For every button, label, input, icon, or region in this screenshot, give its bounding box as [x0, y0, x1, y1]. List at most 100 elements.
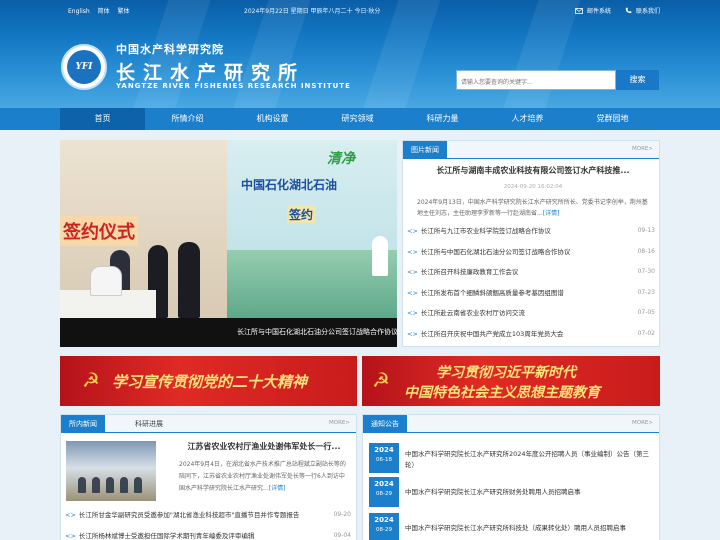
institute-news-panel: 所内新闻 科研进展 MORE> 江苏省农业农村厅渔业处谢伟军处长一行... 20… — [60, 414, 357, 540]
item-title: 长江所赴云南省农业农村厅访问交流 — [420, 309, 525, 317]
parent-institution-name: 中国水产科学研究院 — [116, 43, 224, 56]
list-item[interactable]: <> 长江所与九江市农业科学院签订战略合作协议 09-13 — [407, 221, 655, 242]
current-date: 2024年9月22日 星期日 甲辰年八月二十 今日·秋分 — [244, 8, 381, 15]
item-date: 08-16 — [637, 247, 655, 255]
panel-header: 通知公告 MORE> — [363, 415, 659, 433]
notice-month-day: 08-29 — [376, 491, 392, 497]
notice-item[interactable]: 2024 08-29 中国水产科学研究院长江水产研究所财务处聘用人员招聘启事 — [369, 477, 653, 507]
notice-date: 2024 08-29 — [369, 477, 399, 507]
nav-item-home[interactable]: 首页 — [60, 108, 145, 130]
summary-text: 2024年9月13日，中国水产科学研究院长江水产研究所所长、党委书记李创举，荆州… — [417, 199, 648, 217]
party-emblem-icon: ☭ — [82, 368, 100, 392]
item-date: 07-30 — [637, 268, 655, 275]
details-link[interactable]: [详情] — [269, 485, 286, 492]
notice-item[interactable]: 2024 08-29 中国水产科学研究院长江水产研究所科技处（成果转化处）聘用人员… — [369, 513, 653, 540]
panel-header: 所内新闻 科研进展 MORE> — [61, 415, 356, 433]
tab-picture-news[interactable]: 图片新闻 — [403, 141, 447, 159]
nav-item-research-strength[interactable]: 科研力量 — [400, 108, 485, 130]
item-title: 长江所与九江市农业科学院签订战略合作协议 — [420, 227, 551, 235]
bullet-icon: <> — [407, 309, 418, 317]
person-figure — [178, 242, 200, 318]
signing-ceremony-photo: 签约仪式 — [60, 140, 227, 318]
bullet-icon: <> — [407, 227, 418, 235]
institute-name-english: YANGTZE RIVER FISHERIES RESEARCH INSTITU… — [116, 82, 351, 90]
notice-item[interactable]: 2024 06-18 中国水产科学研究院长江水产研究所2024年度公开招聘人员（事… — [369, 443, 653, 473]
summary-text: 2024年9月4日，在湖北省水产技术推广总站程斌立副站长等的陪同下，江苏省农业农… — [179, 461, 346, 492]
tab-research-progress[interactable]: 科研进展 — [127, 415, 171, 433]
backdrop-slogan: 清净 — [327, 151, 355, 167]
featured-news-summary: 2024年9月13日，中国水产科学研究院长江水产研究所所长、党委书记李创举，荆州… — [417, 197, 651, 219]
contact-us-link[interactable]: 联系我们 — [625, 6, 660, 15]
image-slider[interactable]: 签约仪式 清净 中国石化湖北石油 签约 长江所与中国石化湖北石油分公司签订战略合… — [60, 140, 397, 347]
notices-panel: 通知公告 MORE> 2024 06-18 中国水产科学研究院长江水产研究所202… — [362, 414, 660, 540]
search-input[interactable]: 请输入您要查询的关键字... — [456, 70, 616, 90]
banner-text: 学习宣传贯彻党的二十大精神 — [112, 373, 308, 391]
institute-logo[interactable]: YFI — [61, 44, 107, 90]
search-button[interactable]: 搜索 — [616, 70, 659, 90]
nav-item-talent-training[interactable]: 人才培养 — [485, 108, 570, 130]
tab-institute-news[interactable]: 所内新闻 — [61, 415, 105, 433]
bullet-icon: <> — [407, 288, 418, 297]
notice-year: 2024 — [374, 516, 394, 524]
language-switcher: English 简体 繁体 — [68, 6, 136, 15]
list-item[interactable]: <> 长江所甘金华副研究员受邀参加"湖北省渔业科技超市"直播节目并作专题报告 09-… — [65, 505, 351, 526]
picture-news-list: <> 长江所与九江市农业科学院签订战略合作协议 09-13 <> 长江所与中国石化湖北… — [407, 221, 655, 344]
contact-us-label: 联系我们 — [635, 8, 660, 15]
light-ray — [496, 0, 584, 108]
bullet-icon: <> — [407, 329, 418, 338]
logo-mark: YFI — [67, 50, 101, 84]
list-item[interactable]: <> 长江所赴云南省农业农村厅访问交流 07-05 — [407, 303, 655, 324]
notice-month-day: 06-18 — [376, 457, 392, 463]
item-date: 09-20 — [333, 511, 351, 518]
notice-year: 2024 — [374, 480, 394, 488]
item-date: 07-02 — [637, 329, 655, 337]
light-ray — [226, 0, 314, 108]
list-item[interactable]: <> 长江所发布首个细鳞斜颌鲴高质量参考基因组图谱 07-23 — [407, 283, 655, 304]
person-figure — [78, 477, 86, 493]
notice-title: 中国水产科学研究院长江水产研究所2024年度公开招聘人员（事业编制）公告（第三轮… — [405, 450, 650, 469]
featured-news-title[interactable]: 长江所与湖南丰成农业科技有限公司签订水产科技推... — [415, 165, 651, 176]
item-title: 长江所召开科技廉政教育工作会议 — [420, 268, 519, 276]
item-title: 长江所发布首个细鳞斜颌鲴高质量参考基因组图谱 — [420, 288, 564, 297]
item-date: 09-13 — [637, 227, 655, 234]
news-photo[interactable] — [66, 441, 156, 501]
details-link[interactable]: [详情] — [543, 210, 560, 217]
party-study-banner[interactable]: ☭ 学习宣传贯彻党的二十大精神 — [60, 356, 357, 406]
panel-header: 图片新闻 MORE> — [403, 141, 659, 159]
person-figure — [90, 266, 122, 296]
bullet-icon: <> — [65, 511, 76, 519]
featured-news-title[interactable]: 江苏省农业农村厅渔业处谢伟军处长一行... — [179, 441, 349, 452]
more-link[interactable]: MORE> — [329, 420, 350, 426]
featured-news-summary: 2024年9月4日，在湖北省水产技术推广总站程斌立副站长等的陪同下，江苏省农业农… — [179, 459, 349, 495]
phone-icon — [625, 7, 632, 14]
nav-item-party[interactable]: 党群园地 — [570, 108, 655, 130]
tab-notices[interactable]: 通知公告 — [363, 415, 407, 433]
more-link[interactable]: MORE> — [632, 420, 653, 426]
list-item[interactable]: <> 长江所召开庆祝中国共产党成立103周年党员大会 07-02 — [407, 324, 655, 345]
banner-line-1: 学习贯彻习近平新时代 — [436, 365, 576, 381]
nav-item-about[interactable]: 所情介绍 — [145, 108, 230, 130]
backdrop-headline: 中国石化湖北石油 — [241, 178, 338, 192]
top-bar: English 简体 繁体 2024年9月22日 星期日 甲辰年八月二十 今日·… — [0, 6, 720, 16]
list-item[interactable]: <> 长江所与中国石化湖北石油分公司签订战略合作协议 08-16 — [407, 242, 655, 263]
nav-item-research-fields[interactable]: 研究领域 — [315, 108, 400, 130]
lang-english[interactable]: English — [68, 8, 90, 15]
ceremony-banner-text: 签约仪式 — [60, 216, 138, 246]
list-item[interactable]: <> 长江所杨林斌博士受邀担任国际学术期刊青年编委及评审编辑 09-04 — [65, 526, 351, 540]
main-nav: 首页 所情介绍 机构设置 研究领域 科研力量 人才培养 党群园地 — [0, 108, 720, 130]
item-title: 长江所杨林斌博士受邀担任国际学术期刊青年编委及评审编辑 — [78, 531, 255, 540]
theme-education-banner[interactable]: ☭ 学习贯彻习近平新时代 中国特色社会主义思想主题教育 — [362, 356, 660, 406]
featured-news-time: 2024-09-20 16:02:04 — [503, 184, 563, 190]
list-item[interactable]: <> 长江所召开科技廉政教育工作会议 07-30 — [407, 262, 655, 283]
more-link[interactable]: MORE> — [632, 146, 653, 152]
mail-system-link[interactable]: 邮件系统 — [575, 6, 611, 15]
nav-item-departments[interactable]: 机构设置 — [230, 108, 315, 130]
item-date: 09-04 — [333, 531, 351, 539]
bullet-icon: <> — [407, 247, 418, 256]
party-emblem-icon: ☭ — [372, 368, 390, 392]
lang-simplified[interactable]: 简体 — [98, 8, 110, 15]
notice-date: 2024 08-29 — [369, 513, 399, 540]
lang-traditional[interactable]: 繁体 — [118, 8, 130, 15]
slide-caption[interactable]: 长江所与中国石化湖北石油分公司签订战略合作协议 — [60, 318, 397, 347]
site-header: English 简体 繁体 2024年9月22日 星期日 甲辰年八月二十 今日·… — [0, 0, 720, 108]
